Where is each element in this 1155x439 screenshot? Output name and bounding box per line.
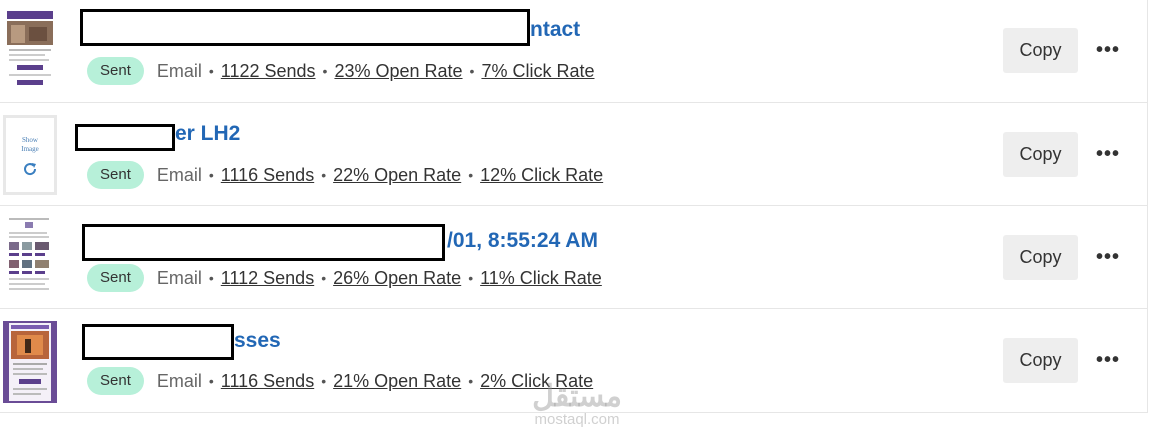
campaign-title[interactable]: ntact <box>530 17 580 43</box>
open-rate-link[interactable]: 26% Open Rate <box>333 268 461 289</box>
email-thumbnail[interactable] <box>3 216 57 298</box>
separator: • <box>208 373 214 389</box>
campaign-type: Email <box>156 267 202 288</box>
campaign-meta: Sent Email • 1116 Sends • 22% Open Rate … <box>87 161 603 189</box>
campaign-type: Email <box>156 370 202 391</box>
campaign-row[interactable]: ntact Sent Email • 1122 Sends • 23% Open… <box>0 0 1147 103</box>
campaign-row[interactable]: Show Image er LH2 Sent Email • 1116 Send… <box>0 103 1147 206</box>
status-badge: Sent <box>87 57 144 85</box>
campaign-title[interactable]: sses <box>234 328 281 354</box>
copy-button[interactable]: Copy <box>1003 28 1078 73</box>
redaction-box <box>82 224 445 261</box>
watermark-latin: mostaql.com <box>534 411 620 428</box>
campaign-type: Email <box>156 164 202 185</box>
copy-button[interactable]: Copy <box>1003 132 1078 177</box>
campaign-type: Email <box>156 60 202 81</box>
separator: • <box>208 63 214 79</box>
email-preview-image <box>3 321 57 403</box>
open-rate-link[interactable]: 23% Open Rate <box>334 61 462 82</box>
more-options-icon[interactable]: ••• <box>1096 144 1120 164</box>
show-image-label: Show Image <box>21 136 39 153</box>
separator: • <box>208 167 214 183</box>
separator: • <box>208 270 214 286</box>
sends-link[interactable]: 1116 Sends <box>221 371 314 392</box>
click-rate-link[interactable]: 7% Click Rate <box>481 61 594 82</box>
more-options-icon[interactable]: ••• <box>1096 247 1120 267</box>
campaign-title[interactable]: er LH2 <box>175 121 240 147</box>
redaction-box <box>82 324 234 360</box>
more-options-icon[interactable]: ••• <box>1096 40 1120 60</box>
separator: • <box>321 270 327 286</box>
separator: • <box>321 373 327 389</box>
campaign-title[interactable]: /01, 8:55:24 AM <box>447 228 598 254</box>
status-badge: Sent <box>87 264 144 292</box>
email-thumbnail[interactable] <box>3 321 57 403</box>
click-rate-link[interactable]: 2% Click Rate <box>480 371 593 392</box>
click-rate-link[interactable]: 12% Click Rate <box>480 165 603 186</box>
more-options-icon[interactable]: ••• <box>1096 350 1120 370</box>
refresh-icon <box>24 163 37 176</box>
separator: • <box>468 167 474 183</box>
redaction-box <box>80 9 530 46</box>
sends-link[interactable]: 1122 Sends <box>221 61 316 82</box>
status-badge: Sent <box>87 367 144 395</box>
campaign-row[interactable]: /01, 8:55:24 AM Sent Email • 1112 Sends … <box>0 206 1147 309</box>
sends-link[interactable]: 1112 Sends <box>221 268 314 289</box>
click-rate-link[interactable]: 11% Click Rate <box>480 268 602 289</box>
open-rate-link[interactable]: 21% Open Rate <box>333 371 461 392</box>
show-image-placeholder[interactable]: Show Image <box>6 136 54 183</box>
copy-button[interactable]: Copy <box>1003 338 1078 383</box>
copy-button[interactable]: Copy <box>1003 235 1078 280</box>
separator: • <box>469 63 475 79</box>
email-thumbnail[interactable] <box>3 9 57 91</box>
status-badge: Sent <box>87 161 144 189</box>
separator: • <box>321 167 327 183</box>
separator: • <box>468 270 474 286</box>
sends-link[interactable]: 1116 Sends <box>221 165 314 186</box>
campaign-meta: Sent Email • 1116 Sends • 21% Open Rate … <box>87 367 593 395</box>
campaign-meta: Sent Email • 1122 Sends • 23% Open Rate … <box>87 57 594 85</box>
separator: • <box>468 373 474 389</box>
email-preview-image <box>3 216 57 298</box>
campaign-meta: Sent Email • 1112 Sends • 26% Open Rate … <box>87 264 602 292</box>
open-rate-link[interactable]: 22% Open Rate <box>333 165 461 186</box>
email-preview-image <box>3 9 57 91</box>
redaction-box <box>75 124 175 151</box>
campaign-row[interactable]: sses Sent Email • 1116 Sends • 21% Open … <box>0 309 1147 413</box>
campaign-list: ntact Sent Email • 1122 Sends • 23% Open… <box>0 0 1148 413</box>
email-thumbnail[interactable]: Show Image <box>3 115 57 195</box>
separator: • <box>322 63 328 79</box>
